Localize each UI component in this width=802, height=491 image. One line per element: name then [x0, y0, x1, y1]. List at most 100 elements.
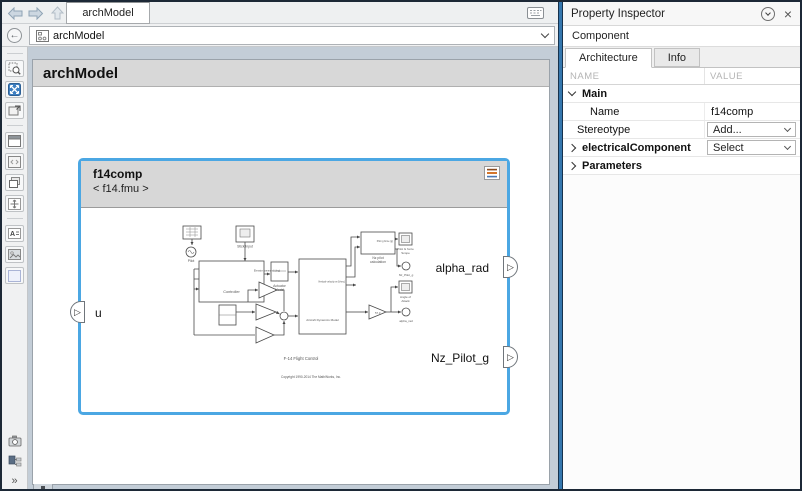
back-arrow-icon — [7, 7, 23, 20]
diagram-label: Pilot — [188, 259, 195, 263]
component-f14comp[interactable]: f14comp < f14.fmu > — [78, 158, 510, 415]
breadcrumb[interactable]: archModel — [29, 26, 555, 45]
hierarchy-icon — [36, 485, 50, 491]
diagram-label: Controller — [223, 290, 240, 294]
viewport-tool-button[interactable] — [5, 153, 24, 170]
image-icon — [8, 249, 21, 260]
snapshot-button[interactable] — [5, 432, 24, 449]
diagram-label: Scope — [401, 251, 410, 255]
model-browser-button[interactable] — [5, 453, 24, 470]
column-header-name: NAME — [563, 68, 705, 84]
diagram-label: Nz_Pilot_g — [399, 273, 414, 277]
palette-separator — [7, 218, 23, 219]
section-label-electrical: electricalComponent — [582, 142, 691, 154]
image-annotation-button[interactable] — [5, 246, 24, 263]
tab-architecture[interactable]: Architecture — [565, 48, 652, 68]
diagram-label: alpha_rad — [399, 319, 413, 323]
document-tab-bar: archModel — [2, 2, 558, 24]
component-reference: < f14.fmu > — [93, 183, 507, 195]
back-button[interactable] — [6, 6, 24, 20]
canvas-title: archModel — [43, 65, 118, 82]
zoom-select-button[interactable] — [5, 60, 24, 77]
panel-menu-button[interactable] — [761, 7, 775, 21]
annotation-icon: A — [8, 228, 21, 239]
section-row-main[interactable]: Main — [563, 85, 800, 103]
architecture-canvas[interactable]: archModel f14comp < f14.fmu > — [32, 59, 550, 485]
keyboard-shortcuts-button[interactable] — [527, 6, 544, 24]
screenshot-button[interactable] — [5, 102, 24, 119]
port-label-nz-pilot-g: Nz_Pilot_g — [431, 351, 489, 365]
electrical-component-dropdown[interactable]: Select — [707, 140, 796, 155]
canvas-area: archModel f14comp < f14.fmu > — [28, 47, 558, 489]
section-row-parameters[interactable]: Parameters — [563, 157, 800, 175]
forward-button[interactable] — [27, 6, 45, 20]
expand-icon[interactable] — [568, 143, 576, 151]
fit-to-view-button[interactable] — [5, 81, 24, 98]
up-arrow-icon — [51, 6, 64, 20]
palette-separator — [7, 125, 23, 126]
up-to-parent-button[interactable] — [48, 6, 66, 20]
stereotype-dropdown[interactable]: Add... — [707, 122, 796, 137]
property-grid-header: NAME VALUE — [563, 68, 800, 85]
dropdown-chevron-icon — [784, 142, 791, 149]
property-value-name[interactable]: f14comp — [705, 103, 800, 120]
diagram-label: 57.3 — [375, 311, 381, 315]
f14-diagram-thumbnail: Pilot Stick Input Controller Actuator Mo… — [151, 219, 461, 404]
fmu-badge-icon[interactable] — [484, 166, 500, 185]
diagram-label: Model — [275, 288, 284, 292]
stereotype-dropdown-value: Add... — [713, 124, 742, 136]
column-header-value: VALUE — [705, 68, 800, 84]
component-name: f14comp — [93, 167, 507, 181]
gain1-block — [256, 304, 276, 320]
collapse-icon[interactable] — [568, 88, 576, 96]
tab-archmodel[interactable]: archModel — [66, 2, 150, 24]
diagram-label: Aircraft Dynamics Model — [306, 318, 339, 322]
electrical-component-expander[interactable]: electricalComponent — [563, 139, 705, 156]
section-label-main: Main — [582, 88, 607, 100]
pan-view-button[interactable] — [5, 195, 24, 212]
tab-info-label: Info — [668, 52, 686, 64]
hierarchy-view-tab[interactable] — [33, 484, 53, 491]
tab-label: archModel — [82, 7, 133, 19]
pan-icon — [8, 198, 21, 210]
address-bar: ← archModel — [2, 24, 558, 47]
output-port-alpha-rad[interactable]: ▷ — [503, 256, 518, 278]
property-inspector-titlebar: Property Inspector × — [563, 2, 800, 26]
diagram-label: Attack — [401, 299, 410, 303]
expand-icon[interactable] — [568, 161, 576, 169]
viewport-icon — [8, 156, 21, 168]
system-composer-window: archModel ← archModel — [0, 0, 802, 491]
canvas-title-bar: archModel — [33, 60, 549, 87]
breadcrumb-dropdown-icon[interactable] — [541, 30, 549, 38]
port-label-u: u — [95, 306, 102, 320]
tab-info[interactable]: Info — [654, 48, 700, 67]
input-port-u[interactable]: ▷ — [70, 301, 85, 323]
forward-arrow-icon — [28, 7, 44, 20]
diagram-title: F-14 Flight Control — [284, 356, 319, 361]
diagram-signal-label: Vertical velocity w (ft/sec) — [318, 281, 345, 284]
panel-close-button[interactable]: × — [784, 7, 792, 21]
model-browser-icon — [8, 455, 22, 468]
copy-view-button[interactable] — [5, 174, 24, 191]
property-label-name: Name — [563, 103, 705, 120]
property-inspector-panel: Property Inspector × Component Architect… — [563, 2, 800, 489]
palette-separator — [7, 53, 23, 54]
diagram-label: Stick Input — [237, 245, 253, 249]
panel-title: Property Inspector — [571, 8, 665, 20]
zoom-select-icon — [8, 62, 21, 75]
palette-expand-button[interactable]: » — [11, 475, 17, 487]
panel-tool-button[interactable] — [5, 132, 24, 149]
navigate-back-button[interactable]: ← — [7, 28, 22, 43]
tab-architecture-label: Architecture — [579, 52, 638, 64]
dropdown-chevron-icon — [784, 124, 791, 131]
breadcrumb-text: archModel — [53, 30, 104, 42]
annotation-button[interactable]: A — [5, 225, 24, 242]
copy-icon — [8, 177, 21, 189]
component-header[interactable]: f14comp < f14.fmu > — [81, 161, 507, 208]
diagram-signal-label: Elevator command (deg) — [254, 270, 280, 273]
inspector-tabs: Architecture Info — [563, 47, 800, 68]
property-row-name: Name f14comp — [563, 103, 800, 121]
area-annotation-button[interactable] — [5, 267, 24, 284]
output-port-nz-pilot-g[interactable]: ▷ — [503, 346, 518, 368]
nz-pilot-calculation-block — [361, 232, 395, 254]
